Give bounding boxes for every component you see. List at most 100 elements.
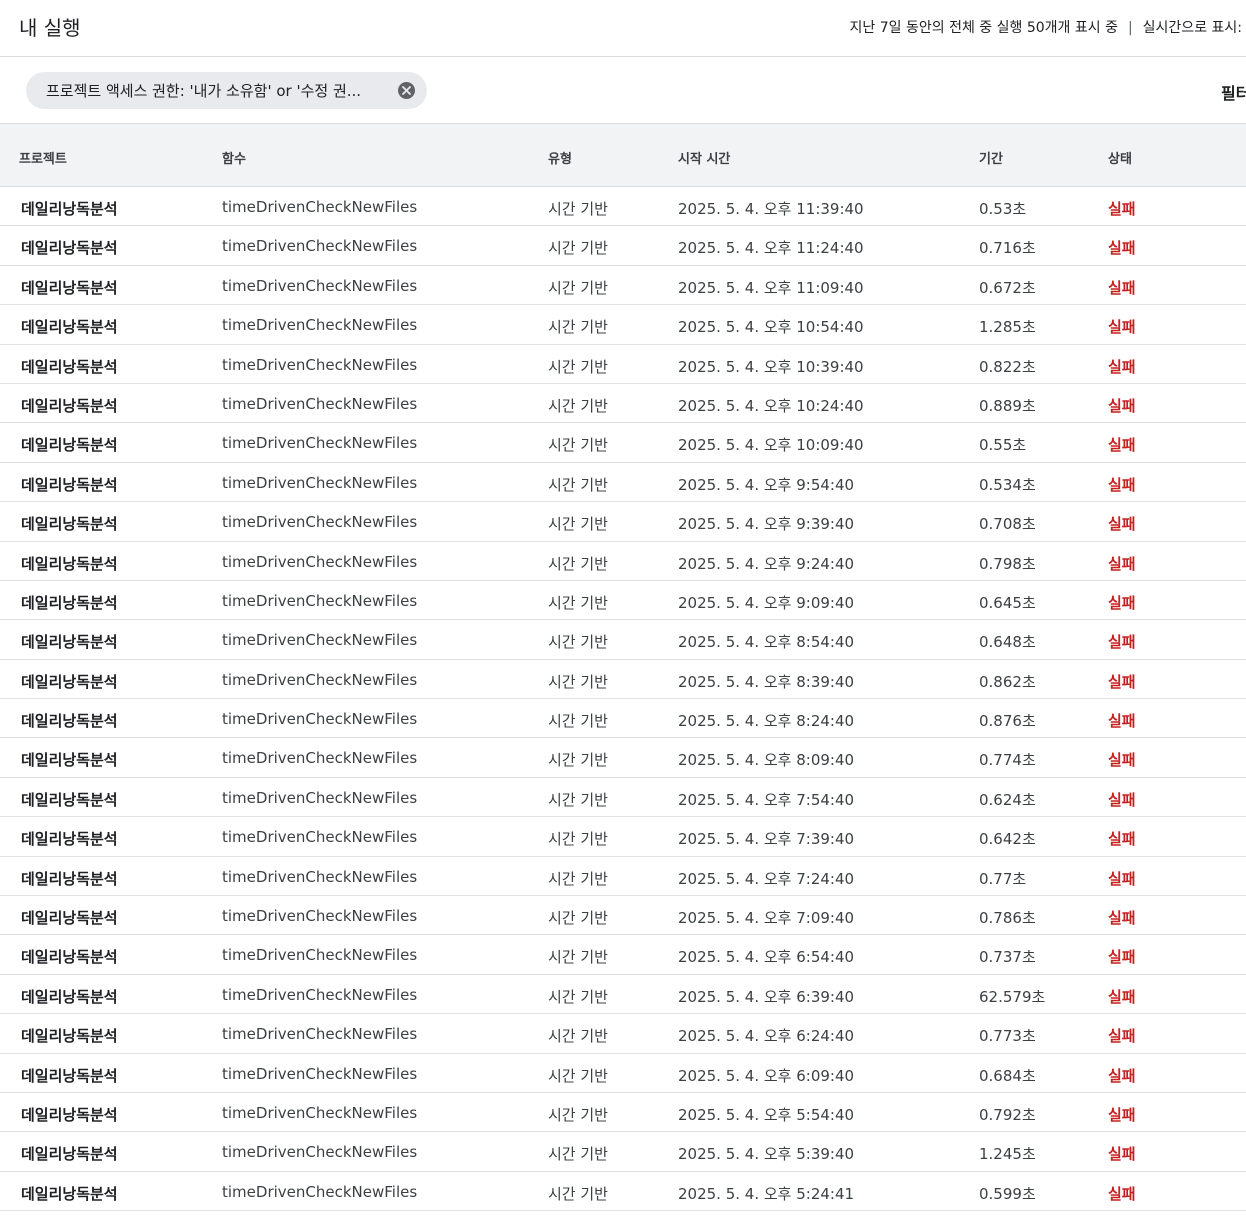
cell-duration: 0.773초 <box>979 1027 1036 1046</box>
cell-status: 실패 <box>1108 1184 1136 1203</box>
table-row[interactable]: 데일리낭독분석 timeDrivenCheckNewFiles 시간 기반 2025.… <box>0 226 1246 266</box>
cell-project: 데일리낭독분석 <box>21 1027 118 1046</box>
cell-status: 실패 <box>1108 593 1136 612</box>
cell-duration: 0.876초 <box>979 712 1036 731</box>
column-header-function[interactable]: 함수 <box>222 148 246 167</box>
cell-project: 데일리낭독분석 <box>21 672 118 691</box>
cell-type: 시간 기반 <box>548 712 608 731</box>
executions-count-text: 지난 7일 동안의 전체 중 실행 50개개 표시 중 <box>849 20 1118 36</box>
table-row[interactable]: 데일리낭독분석 timeDrivenCheckNewFiles 시간 기반 2025.… <box>0 423 1246 463</box>
cell-status: 실패 <box>1108 869 1136 888</box>
cell-project: 데일리낭독분석 <box>21 318 118 337</box>
cell-type: 시간 기반 <box>548 987 608 1006</box>
table-row[interactable]: 데일리낭독분석 timeDrivenCheckNewFiles 시간 기반 2025.… <box>0 187 1246 227</box>
table-row[interactable]: 데일리낭독분석 timeDrivenCheckNewFiles 시간 기반 2025.… <box>0 935 1246 975</box>
cell-duration: 0.862초 <box>979 672 1036 691</box>
cell-project: 데일리낭독분석 <box>21 948 118 967</box>
cell-type: 시간 기반 <box>548 1027 608 1046</box>
cell-status: 실패 <box>1108 475 1136 494</box>
cell-project: 데일리낭독분석 <box>21 633 118 652</box>
table-row[interactable]: 데일리낭독분석 timeDrivenCheckNewFiles 시간 기반 2025.… <box>0 778 1246 818</box>
cell-status: 실패 <box>1108 790 1136 809</box>
cell-type: 시간 기반 <box>548 633 608 652</box>
table-row[interactable]: 데일리낭독분석 timeDrivenCheckNewFiles 시간 기반 2025.… <box>0 345 1246 384</box>
cell-project: 데일리낭독분석 <box>21 1145 118 1164</box>
column-header-type[interactable]: 유형 <box>548 148 572 167</box>
cell-type: 시간 기반 <box>548 554 608 573</box>
cell-function: timeDrivenCheckNewFiles <box>222 316 418 335</box>
cell-status: 실패 <box>1108 751 1136 770</box>
table-row[interactable]: 데일리낭독분석 timeDrivenCheckNewFiles 시간 기반 2025.… <box>0 305 1246 345</box>
filter-button[interactable]: 필터 <box>1221 80 1246 104</box>
cell-function: timeDrivenCheckNewFiles <box>222 1143 418 1162</box>
table-row[interactable]: 데일리낭독분석 timeDrivenCheckNewFiles 시간 기반 2025.… <box>0 896 1246 936</box>
cell-start-time: 2025. 5. 4. 오후 10:39:40 <box>678 357 864 376</box>
cell-function: timeDrivenCheckNewFiles <box>222 788 418 807</box>
cell-duration: 0.642초 <box>979 830 1036 849</box>
cell-project: 데일리낭독분석 <box>21 987 118 1006</box>
column-header-status[interactable]: 상태 <box>1108 148 1132 167</box>
table-row[interactable]: 데일리낭독분석 timeDrivenCheckNewFiles 시간 기반 2025.… <box>0 1093 1246 1133</box>
cell-status: 실패 <box>1108 1105 1136 1124</box>
cell-duration: 0.599초 <box>979 1184 1036 1203</box>
cell-start-time: 2025. 5. 4. 오후 6:09:40 <box>678 1066 855 1085</box>
column-header-duration[interactable]: 기간 <box>979 148 1003 167</box>
cell-project: 데일리낭독분석 <box>21 790 118 809</box>
cell-duration: 0.624초 <box>979 790 1036 809</box>
table-row[interactable]: 데일리낭독분석 timeDrivenCheckNewFiles 시간 기반 2025.… <box>0 817 1246 857</box>
cell-start-time: 2025. 5. 4. 오후 5:39:40 <box>678 1145 855 1164</box>
cell-start-time: 2025. 5. 4. 오후 7:39:40 <box>678 830 855 849</box>
cell-start-time: 2025. 5. 4. 오후 5:54:40 <box>678 1105 855 1124</box>
table-row[interactable]: 데일리낭독분석 timeDrivenCheckNewFiles 시간 기반 2025.… <box>0 1054 1246 1093</box>
cell-start-time: 2025. 5. 4. 오후 11:39:40 <box>678 200 864 218</box>
cell-duration: 0.708초 <box>979 515 1036 534</box>
table-row[interactable]: 데일리낭독분석 timeDrivenCheckNewFiles 시간 기반 2025.… <box>0 1014 1246 1054</box>
table-row[interactable]: 데일리낭독분석 timeDrivenCheckNewFiles 시간 기반 2025.… <box>0 542 1246 581</box>
cell-status: 실패 <box>1108 1066 1136 1085</box>
table-row[interactable]: 데일리낭독분석 timeDrivenCheckNewFiles 시간 기반 2025.… <box>0 975 1246 1015</box>
cell-duration: 0.798초 <box>979 554 1036 573</box>
table-row[interactable]: 데일리낭독분석 timeDrivenCheckNewFiles 시간 기반 2025.… <box>0 463 1246 503</box>
cell-start-time: 2025. 5. 4. 오후 10:54:40 <box>678 318 864 337</box>
cell-type: 시간 기반 <box>548 396 608 415</box>
cell-start-time: 2025. 5. 4. 오후 8:39:40 <box>678 672 855 691</box>
cell-duration: 0.889초 <box>979 396 1036 415</box>
cell-function: timeDrivenCheckNewFiles <box>222 552 418 571</box>
cell-project: 데일리낭독분석 <box>21 475 118 494</box>
table-row[interactable]: 데일리낭독분석 timeDrivenCheckNewFiles 시간 기반 2025.… <box>0 620 1246 660</box>
close-circle-icon[interactable] <box>398 82 415 99</box>
cell-status: 실패 <box>1108 200 1136 218</box>
table-row[interactable]: 데일리낭독분석 timeDrivenCheckNewFiles 시간 기반 2025.… <box>0 1172 1246 1212</box>
table-row[interactable]: 데일리낭독분석 timeDrivenCheckNewFiles 시간 기반 2025.… <box>0 738 1246 778</box>
table-row[interactable]: 데일리낭독분석 timeDrivenCheckNewFiles 시간 기반 2025.… <box>0 1132 1246 1172</box>
cell-type: 시간 기반 <box>548 909 608 928</box>
table-row[interactable]: 데일리낭독분석 timeDrivenCheckNewFiles 시간 기반 2025.… <box>0 699 1246 739</box>
filter-chip-project-access[interactable]: 프로젝트 액세스 권한: '내가 소유함' or '수정 권... <box>26 72 427 109</box>
realtime-toggle-label[interactable]: 실시간으로 표시: <box>1143 20 1242 36</box>
cell-type: 시간 기반 <box>548 1066 608 1085</box>
cell-function: timeDrivenCheckNewFiles <box>222 946 418 965</box>
table-row[interactable]: 데일리낭독분석 timeDrivenCheckNewFiles 시간 기반 2025.… <box>0 857 1246 897</box>
cell-type: 시간 기반 <box>548 830 608 849</box>
cell-start-time: 2025. 5. 4. 오후 8:24:40 <box>678 712 855 731</box>
table-row[interactable]: 데일리낭독분석 timeDrivenCheckNewFiles 시간 기반 2025.… <box>0 266 1246 306</box>
cell-start-time: 2025. 5. 4. 오후 11:09:40 <box>678 278 864 297</box>
cell-project: 데일리낭독분석 <box>21 200 118 218</box>
column-header-start-time[interactable]: 시작 시간 <box>678 148 730 167</box>
column-header-project[interactable]: 프로젝트 <box>19 148 67 167</box>
table-row[interactable]: 데일리낭독분석 timeDrivenCheckNewFiles 시간 기반 2025.… <box>0 660 1246 700</box>
cell-status: 실패 <box>1108 278 1136 297</box>
cell-duration: 1.285초 <box>979 318 1036 337</box>
cell-status: 실패 <box>1108 1027 1136 1046</box>
cell-duration: 0.53초 <box>979 200 1027 218</box>
cell-project: 데일리낭독분석 <box>21 751 118 770</box>
cell-status: 실패 <box>1108 948 1136 967</box>
cell-project: 데일리낭독분석 <box>21 239 118 258</box>
table-row[interactable]: 데일리낭독분석 timeDrivenCheckNewFiles 시간 기반 2025.… <box>0 581 1246 621</box>
table-row[interactable]: 데일리낭독분석 timeDrivenCheckNewFiles 시간 기반 2025.… <box>0 384 1246 424</box>
cell-type: 시간 기반 <box>548 869 608 888</box>
table-row[interactable]: 데일리낭독분석 timeDrivenCheckNewFiles 시간 기반 2025.… <box>0 502 1246 542</box>
cell-function: timeDrivenCheckNewFiles <box>222 710 418 729</box>
cell-status: 실패 <box>1108 633 1136 652</box>
close-x-glyph <box>402 86 411 95</box>
